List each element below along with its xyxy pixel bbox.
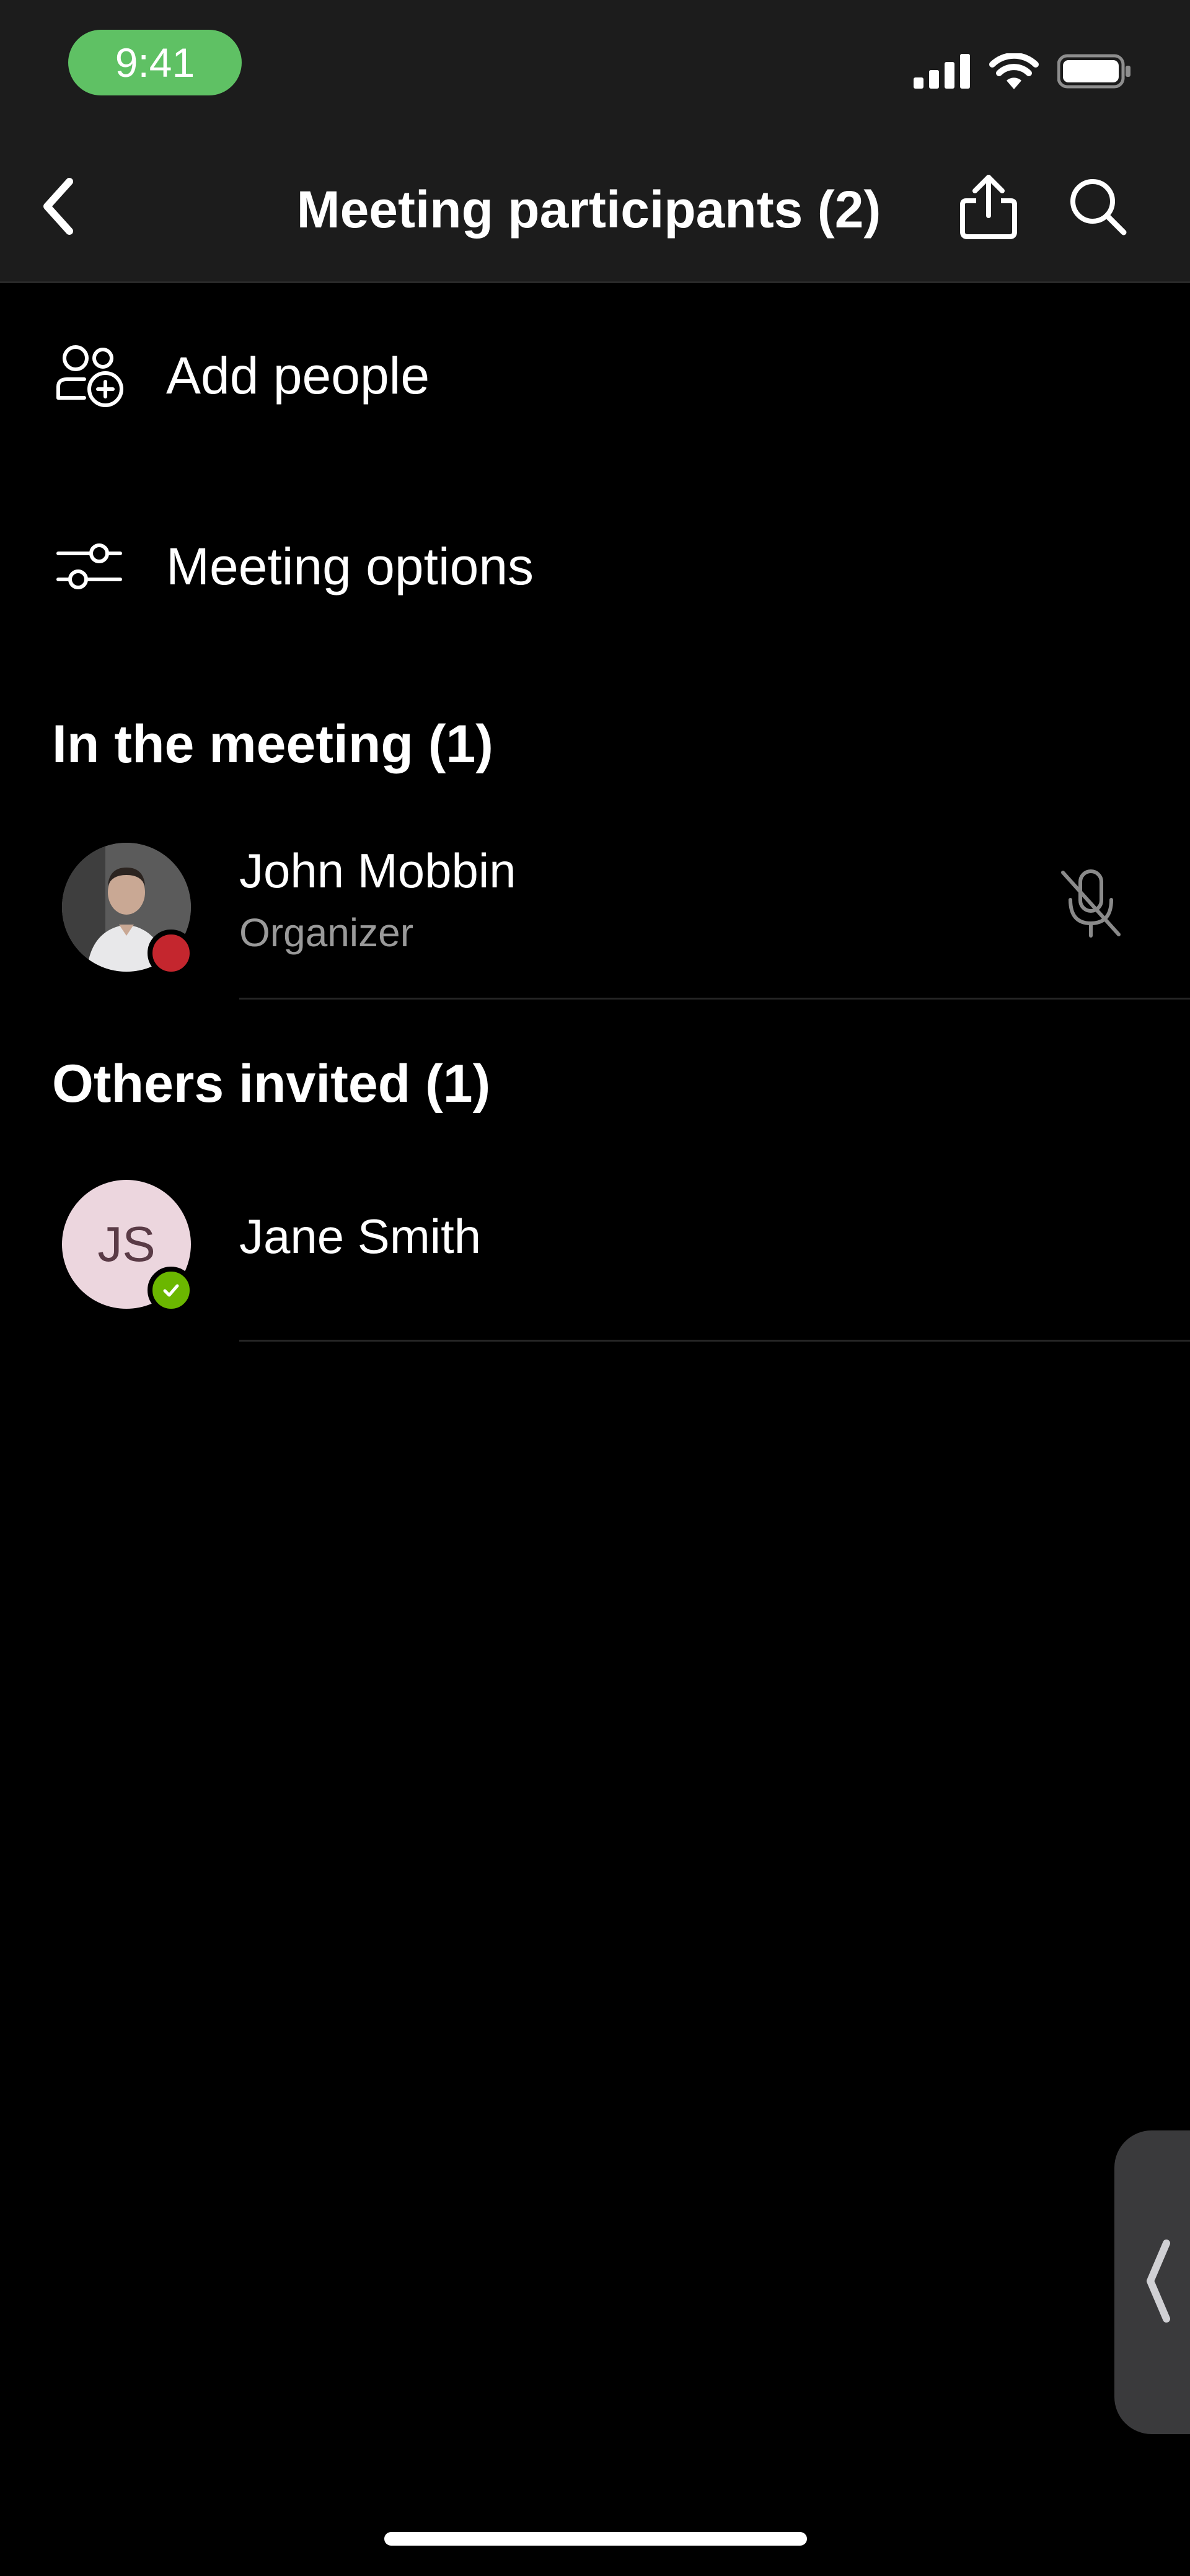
presence-busy-icon (148, 930, 195, 977)
back-button[interactable] (19, 167, 99, 248)
chevron-left-icon (37, 175, 81, 240)
meeting-options-row[interactable]: Meeting options (0, 504, 1190, 628)
participant-row[interactable]: John Mobbin Organizer (0, 818, 1190, 1000)
participant-name: John Mobbin (239, 843, 516, 898)
search-button[interactable] (1057, 167, 1138, 248)
share-button[interactable] (948, 167, 1029, 248)
mic-off-icon (1057, 866, 1125, 944)
chevron-left-icon (1139, 2235, 1176, 2331)
search-icon (1067, 175, 1129, 240)
add-people-label: Add people (166, 346, 430, 405)
in-meeting-header: In the meeting (1) (52, 714, 493, 774)
sliders-icon (52, 529, 126, 604)
nav-bar: Meeting participants (2) (0, 136, 1190, 283)
status-time: 9:41 (68, 30, 242, 95)
share-icon (958, 172, 1020, 244)
presence-available-icon (148, 1267, 195, 1314)
row-divider (239, 998, 1190, 1000)
home-indicator[interactable] (384, 2532, 807, 2546)
wifi-icon (989, 52, 1039, 92)
cellular-signal-icon (914, 53, 971, 92)
side-panel-handle[interactable] (1114, 2130, 1190, 2434)
participant-role: Organizer (239, 910, 413, 955)
invitee-name: Jane Smith (239, 1209, 482, 1264)
avatar: JS (62, 1180, 195, 1314)
row-divider (239, 1340, 1190, 1342)
battery-icon (1057, 53, 1132, 92)
page-title: Meeting participants (2) (296, 180, 881, 239)
status-icons (914, 50, 1132, 95)
invitee-row[interactable]: JS Jane Smith (0, 1155, 1190, 1342)
status-bar: 9:41 (0, 0, 1190, 136)
add-people-row[interactable]: Add people (0, 314, 1190, 437)
meeting-options-label: Meeting options (166, 537, 534, 596)
mute-toggle-button[interactable] (1047, 861, 1134, 948)
others-invited-header: Others invited (1) (52, 1054, 491, 1114)
avatar (62, 843, 195, 977)
add-people-icon (52, 338, 126, 413)
